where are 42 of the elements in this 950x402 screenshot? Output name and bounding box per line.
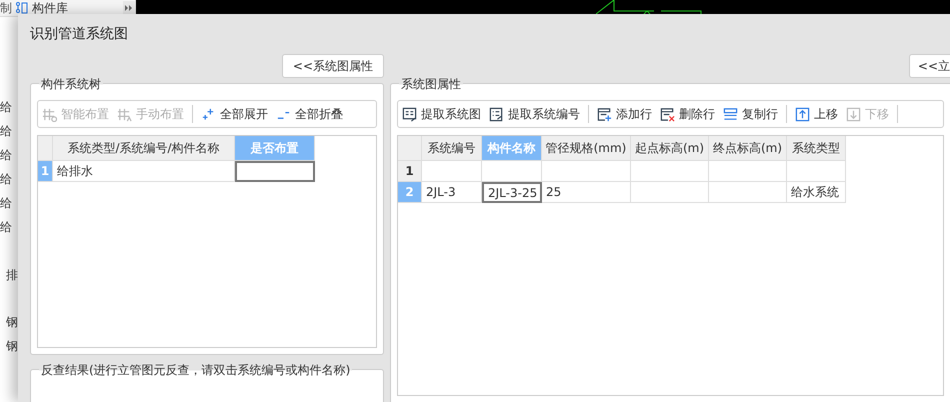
column-header[interactable]: 终点标高(m) — [709, 136, 787, 161]
expand-icon — [201, 106, 216, 122]
group-title: 系统图属性 — [399, 76, 463, 93]
column-header[interactable]: 系统类型 — [787, 136, 846, 161]
grid-corner[interactable] — [398, 136, 422, 161]
double-arrow-icon — [125, 5, 133, 11]
picture-frame-icon — [402, 106, 417, 122]
panel-tab[interactable]: 构件库 — [32, 1, 68, 15]
add-row-icon — [597, 106, 612, 122]
column-header[interactable]: 管径规格(mm) — [542, 136, 631, 161]
column-header[interactable]: 系统编号 — [422, 136, 482, 161]
grid-icon — [117, 106, 132, 122]
toolbar-button[interactable]: 全部折叠 — [276, 106, 343, 122]
column-header[interactable]: 系统类型/系统编号/构件名称 — [53, 136, 235, 161]
table-cell[interactable]: 2JL-3-25 — [482, 182, 542, 203]
window-title: 识别管道系统图 — [29, 25, 129, 43]
toggle-button[interactable]: <<系统图属性 — [282, 54, 384, 78]
row-number[interactable]: 1 — [398, 161, 422, 182]
table-cell[interactable] — [235, 161, 315, 182]
panel-tab[interactable]: 制 — [0, 1, 12, 15]
tree-icon — [16, 2, 28, 14]
grid-icon — [42, 106, 57, 122]
toolbar-button[interactable]: 添加行 — [597, 106, 652, 122]
toggle-button[interactable]: <<立 — [908, 54, 950, 78]
group-title: 构件系统树 — [39, 76, 103, 93]
grid-corner[interactable] — [38, 136, 53, 161]
copy-row-icon — [723, 106, 738, 122]
delete-row-icon — [660, 106, 675, 122]
numbered-list-icon — [489, 106, 504, 122]
toolbar-button[interactable]: 删除行 — [660, 106, 715, 122]
table-cell[interactable]: 25 — [542, 182, 631, 203]
toolbar-button[interactable]: 提取系统图 — [402, 106, 481, 122]
table-cell[interactable]: 给水系统 — [787, 182, 846, 203]
group-title: 反查结果(进行立管图元反查，请双击系统编号或构件名称) — [39, 362, 352, 379]
expand-button[interactable] — [123, 1, 135, 15]
toolbar-button[interactable]: 上移 — [795, 106, 838, 122]
table-cell[interactable]: 2JL-3 — [422, 182, 482, 203]
table-cell[interactable]: 给排水 — [53, 161, 235, 182]
toolbar-button[interactable]: 全部展开 — [201, 106, 268, 122]
toolbar-button[interactable]: 提取系统编号 — [489, 106, 580, 122]
column-header[interactable]: 起点标高(m) — [631, 136, 709, 161]
toolbar-button[interactable]: 复制行 — [723, 106, 778, 122]
